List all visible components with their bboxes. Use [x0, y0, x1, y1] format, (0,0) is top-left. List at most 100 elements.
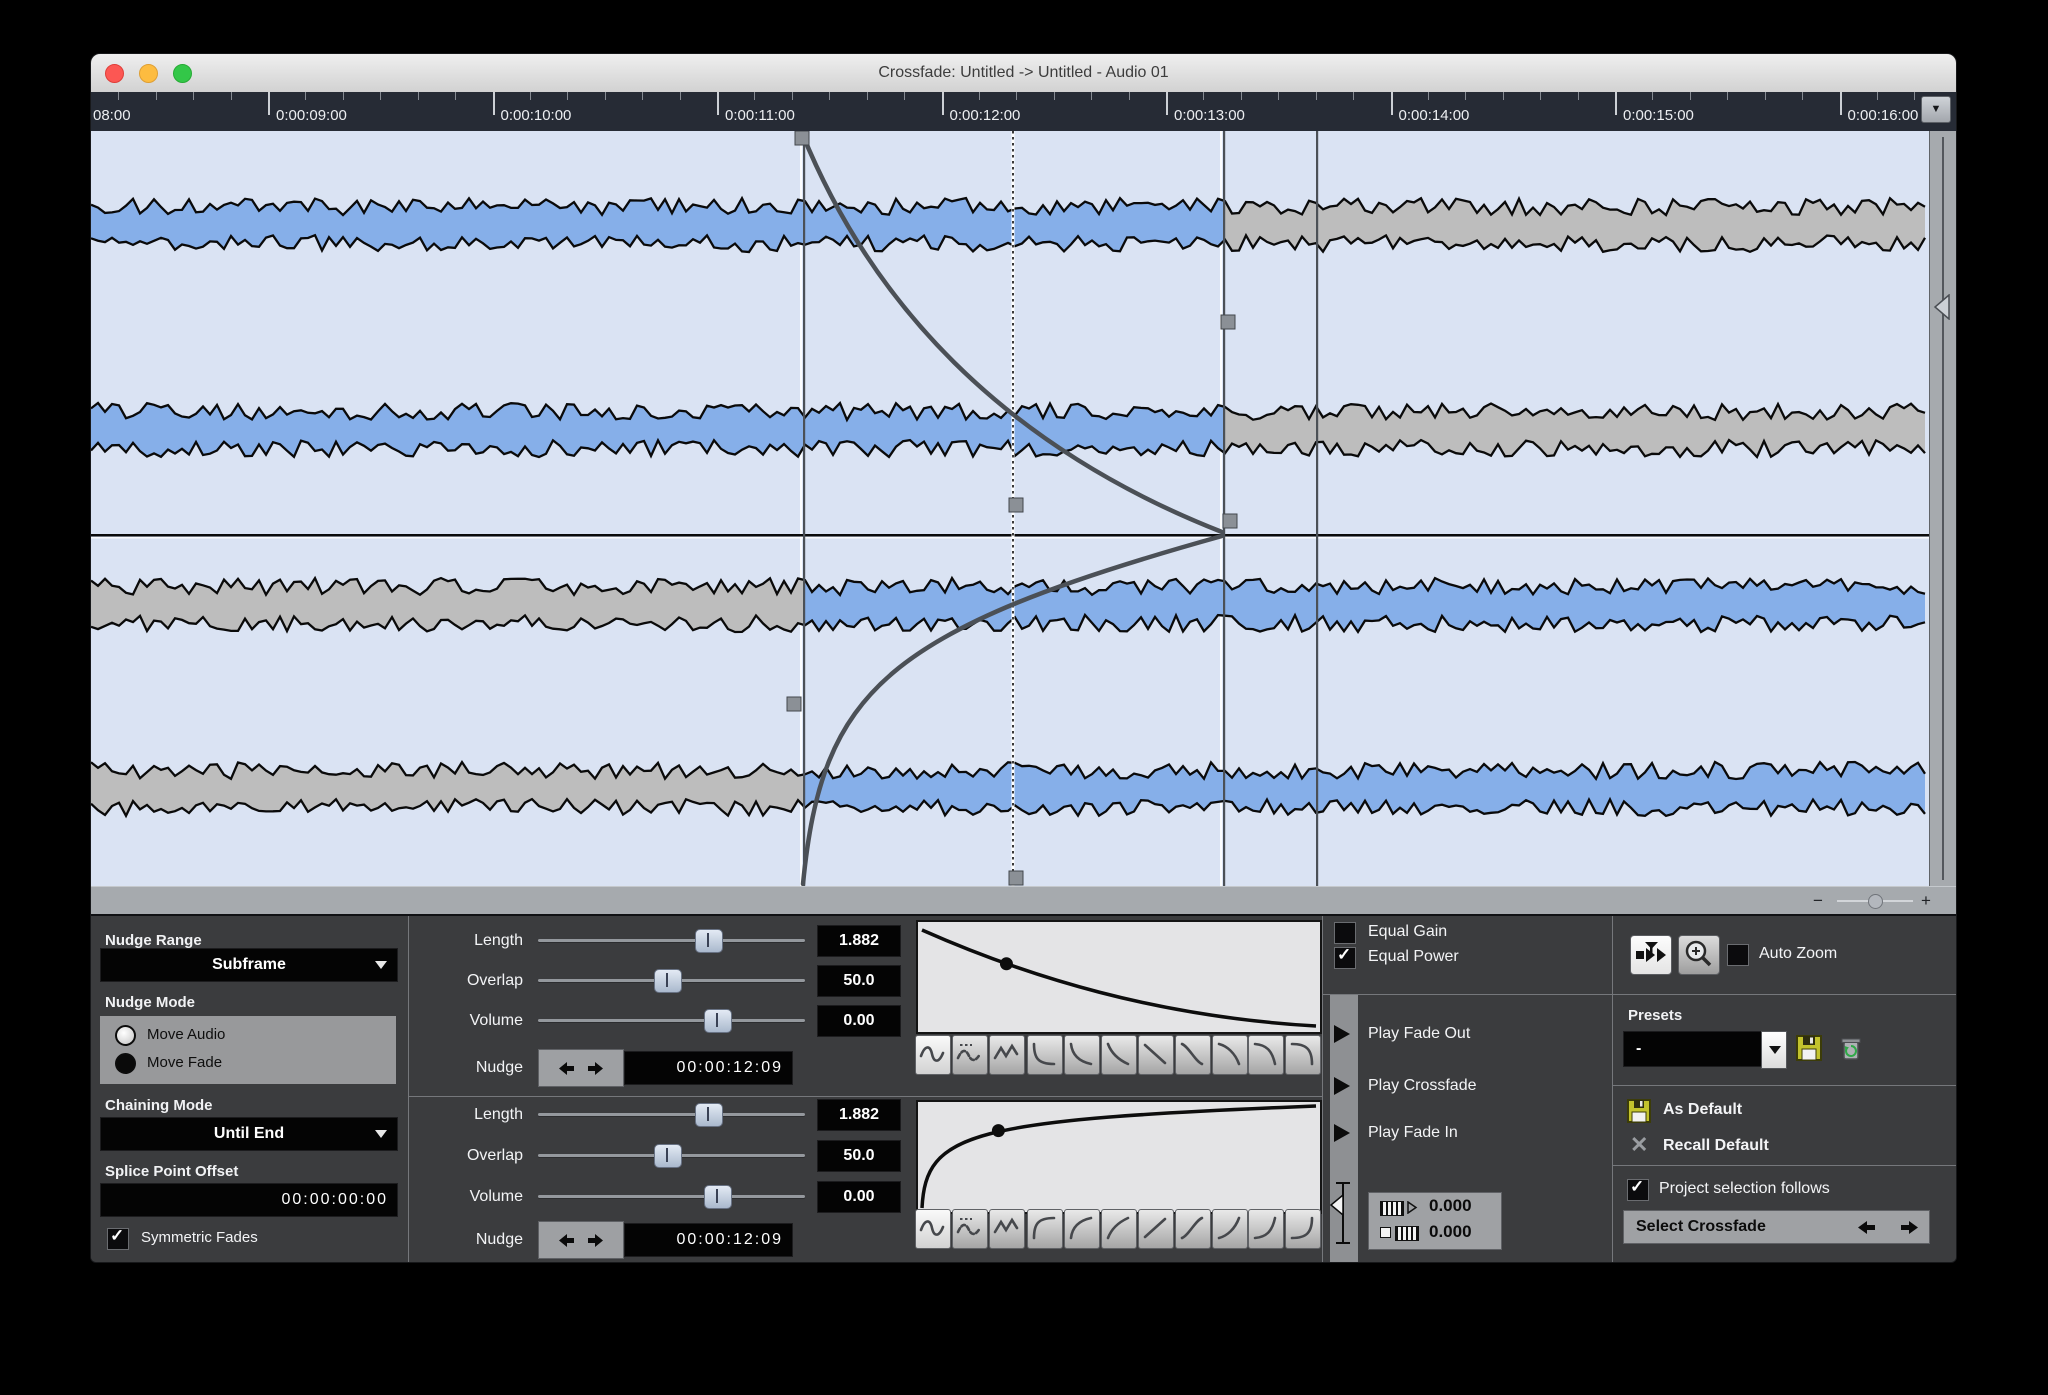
fadein-volume-value[interactable]: 0.00: [817, 1181, 901, 1213]
fadeout-curve-display[interactable]: [916, 920, 1322, 1034]
fadeout-overlap-thumb[interactable]: [653, 969, 682, 993]
fadein-curve-type-button-1[interactable]: [915, 1209, 951, 1249]
previous-crossfade-icon[interactable]: [1856, 1218, 1876, 1237]
fadein-length-value[interactable]: 1.882: [817, 1099, 901, 1131]
fadein-curve-type-button-2[interactable]: [951, 1209, 988, 1249]
timeline-ruler[interactable]: 0:00:09:00 0:00:10:00 0:00:11:00 0:00:12:00…: [91, 92, 1956, 132]
fadein-curve-display[interactable]: [916, 1100, 1322, 1214]
fadein-curve-type-button-3[interactable]: [988, 1209, 1025, 1249]
crossfade-editor-canvas[interactable]: [91, 130, 1929, 887]
vscroll-handle-icon[interactable]: [1933, 294, 1951, 320]
fadein-preset-button-3[interactable]: [1100, 1209, 1137, 1249]
move-audio-radio[interactable]: [115, 1025, 136, 1046]
fade-handle[interactable]: [794, 130, 810, 146]
fadeout-length-slider[interactable]: [538, 929, 805, 953]
fade-handle[interactable]: [1008, 870, 1024, 886]
fadeout-curve-type-button-1[interactable]: [915, 1035, 951, 1075]
auto-zoom-checkbox[interactable]: ✓: [1727, 944, 1749, 966]
fadeout-nudge-time[interactable]: 00:00:12:09: [624, 1051, 793, 1085]
presets-dropdown-button[interactable]: [1761, 1031, 1787, 1069]
nudge-left-icon[interactable]: [558, 1231, 575, 1250]
fadein-preset-button-1[interactable]: [1027, 1209, 1063, 1249]
fadein-preset-button-5[interactable]: [1174, 1209, 1211, 1249]
move-audio-label[interactable]: Move Audio: [147, 1026, 225, 1043]
fadeout-overlap-slider[interactable]: [538, 969, 805, 993]
fade-handle[interactable]: [1220, 314, 1236, 330]
nudge-left-icon[interactable]: [558, 1059, 575, 1078]
fadeout-volume-value[interactable]: 0.00: [817, 1005, 901, 1037]
recall-default-icon[interactable]: ✕: [1630, 1132, 1648, 1158]
fadeout-length-value[interactable]: 1.882: [817, 925, 901, 957]
fadeout-preset-button-5[interactable]: [1174, 1035, 1211, 1075]
fader-handle-icon[interactable]: [1329, 1194, 1345, 1216]
fadein-length-thumb[interactable]: [694, 1103, 723, 1127]
fadeout-volume-slider[interactable]: [538, 1009, 805, 1033]
zoom-out-icon[interactable]: −: [1813, 887, 1823, 915]
equal-power-label[interactable]: Equal Power: [1368, 948, 1459, 966]
play-fade-out-button[interactable]: Play Fade Out: [1368, 1025, 1470, 1043]
delete-preset-icon[interactable]: [1839, 1035, 1863, 1061]
fadeout-preset-button-6[interactable]: [1211, 1035, 1248, 1075]
fadein-preset-button-2[interactable]: [1063, 1209, 1100, 1249]
project-selection-label[interactable]: Project selection follows: [1659, 1180, 1830, 1198]
fade-handle[interactable]: [786, 696, 802, 712]
as-default-button[interactable]: As Default: [1663, 1101, 1742, 1119]
symmetric-fades-checkbox[interactable]: ✓: [107, 1226, 129, 1250]
presets-dropdown[interactable]: -: [1623, 1031, 1771, 1067]
play-fade-in-icon[interactable]: [1334, 1124, 1350, 1142]
splice-point-offset-field[interactable]: 00:00:00:00: [100, 1183, 398, 1217]
fadein-volume-slider[interactable]: [538, 1185, 805, 1209]
save-preset-icon[interactable]: [1795, 1034, 1823, 1062]
fade-handle[interactable]: [1008, 497, 1024, 513]
audition-value-2[interactable]: 0.000: [1429, 1222, 1472, 1242]
fadein-nudge-time[interactable]: 00:00:12:09: [624, 1223, 793, 1257]
auto-zoom-label[interactable]: Auto Zoom: [1759, 945, 1837, 963]
waveform-display[interactable]: [91, 130, 1929, 887]
symmetric-fades-label[interactable]: Symmetric Fades: [141, 1229, 258, 1246]
fadeout-preset-button-1[interactable]: [1027, 1035, 1063, 1075]
fadein-preset-button-7[interactable]: [1248, 1209, 1285, 1249]
fadeout-length-thumb[interactable]: [694, 929, 723, 953]
zoom-in-icon[interactable]: +: [1921, 887, 1931, 915]
chaining-mode-dropdown[interactable]: Until End: [100, 1117, 398, 1151]
nudge-range-dropdown[interactable]: Subframe: [100, 948, 398, 982]
play-fade-in-button[interactable]: Play Fade In: [1368, 1124, 1458, 1142]
audition-value-1[interactable]: 0.000: [1429, 1196, 1472, 1216]
play-crossfade-icon[interactable]: [1334, 1077, 1350, 1095]
fadeout-preset-button-4[interactable]: [1137, 1035, 1174, 1075]
horizontal-zoom-bar[interactable]: − +: [91, 886, 1956, 915]
fadeout-preset-button-7[interactable]: [1248, 1035, 1285, 1075]
ruler-options-button[interactable]: ▼: [1921, 96, 1951, 123]
fadein-overlap-value[interactable]: 50.0: [817, 1140, 901, 1172]
fadeout-preset-button-3[interactable]: [1100, 1035, 1137, 1075]
fadeout-preset-button-2[interactable]: [1063, 1035, 1100, 1075]
fade-handle[interactable]: [1222, 513, 1238, 529]
as-default-icon[interactable]: [1627, 1099, 1651, 1123]
play-crossfade-button[interactable]: Play Crossfade: [1368, 1077, 1477, 1095]
fadein-overlap-slider[interactable]: [538, 1144, 805, 1168]
fadeout-curve-type-button-3[interactable]: [988, 1035, 1025, 1075]
fadeout-volume-thumb[interactable]: [704, 1009, 733, 1033]
project-selection-checkbox[interactable]: ✓: [1627, 1177, 1649, 1201]
equal-gain-checkbox[interactable]: ✓: [1334, 922, 1356, 944]
play-fade-out-icon[interactable]: [1334, 1025, 1350, 1043]
fadein-preset-button-4[interactable]: [1137, 1209, 1174, 1249]
fadein-length-slider[interactable]: [538, 1103, 805, 1127]
equal-gain-label[interactable]: Equal Gain: [1368, 923, 1447, 941]
fadein-volume-thumb[interactable]: [704, 1185, 733, 1209]
equal-power-checkbox[interactable]: ✓: [1334, 945, 1356, 969]
nudge-right-icon[interactable]: [587, 1059, 604, 1078]
nudge-right-icon[interactable]: [587, 1231, 604, 1250]
move-fade-radio[interactable]: [115, 1053, 136, 1074]
next-crossfade-icon[interactable]: [1900, 1218, 1920, 1237]
recall-default-button[interactable]: Recall Default: [1663, 1137, 1769, 1155]
move-fade-label[interactable]: Move Fade: [147, 1054, 222, 1071]
zoom-to-crossfade-button[interactable]: [1630, 935, 1672, 975]
fadeout-preset-button-8[interactable]: [1285, 1035, 1322, 1075]
vertical-zoom-scrollbar[interactable]: [1929, 131, 1956, 886]
zoom-slider-knob[interactable]: [1868, 894, 1883, 909]
fadein-preset-button-6[interactable]: [1211, 1209, 1248, 1249]
fadeout-curve-type-button-2[interactable]: [951, 1035, 988, 1075]
fadein-overlap-thumb[interactable]: [653, 1144, 682, 1168]
fadein-preset-button-8[interactable]: [1285, 1209, 1322, 1249]
